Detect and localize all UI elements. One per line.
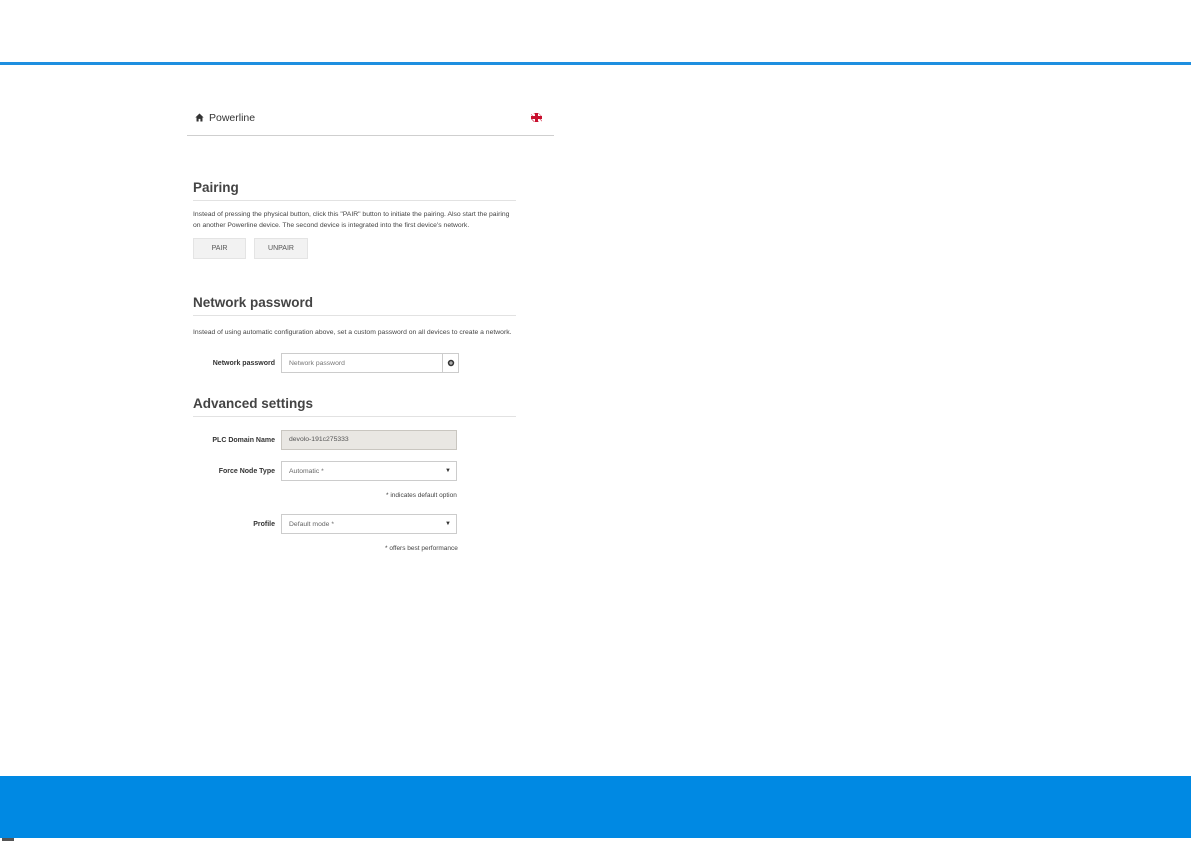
breadcrumb-label[interactable]: Powerline (209, 112, 255, 124)
network-password-row: Network password (193, 353, 459, 373)
network-password-title: Network password (193, 295, 516, 316)
chevron-down-icon: ▼ (445, 521, 451, 527)
pairing-section: Pairing Instead of pressing the physical… (193, 180, 516, 259)
network-password-input[interactable] (282, 354, 443, 372)
plc-domain-row: PLC Domain Name devolo-191c275333 (193, 430, 457, 450)
pairing-description: Instead of pressing the physical button,… (193, 211, 510, 229)
pairing-buttons: PAIR UNPAIR (193, 238, 516, 259)
plc-domain-field: devolo-191c275333 (281, 430, 457, 450)
force-node-select[interactable]: Automatic * ▼ (281, 461, 457, 481)
pairing-title: Pairing (193, 180, 516, 201)
advanced-settings-section: Advanced settings (193, 396, 516, 417)
profile-select[interactable]: Default mode * ▼ (281, 514, 457, 534)
network-password-field[interactable] (281, 353, 459, 373)
plc-domain-value: devolo-191c275333 (289, 436, 349, 443)
pair-button[interactable]: PAIR (193, 238, 246, 259)
top-accent-rule (0, 62, 1191, 65)
uk-flag-icon[interactable] (531, 113, 542, 122)
network-password-section: Network password Instead of using automa… (193, 295, 516, 338)
profile-hint: * offers best performance (385, 545, 458, 552)
unpair-button[interactable]: UNPAIR (254, 238, 308, 259)
powerline-panel: Powerline Pairing Instead of pressing th… (187, 100, 554, 552)
footer-band (0, 776, 1191, 838)
network-password-description: Instead of using automatic configuration… (193, 329, 512, 336)
breadcrumb[interactable]: Powerline (195, 112, 255, 124)
panel-header: Powerline (187, 100, 554, 136)
profile-row: Profile Default mode * ▼ (193, 514, 457, 534)
force-node-row: Force Node Type Automatic * ▼ (193, 461, 457, 481)
advanced-settings-title: Advanced settings (193, 396, 516, 417)
force-node-label: Force Node Type (218, 467, 275, 475)
force-node-hint: * indicates default option (386, 492, 457, 499)
eye-icon[interactable] (442, 354, 458, 372)
force-node-value: Automatic * (289, 467, 324, 475)
home-icon[interactable] (195, 113, 204, 122)
network-password-label: Network password (212, 359, 275, 367)
chevron-down-icon: ▼ (445, 468, 451, 474)
profile-value: Default mode * (289, 520, 334, 528)
plc-domain-label: PLC Domain Name (212, 436, 275, 444)
profile-label: Profile (253, 520, 275, 528)
